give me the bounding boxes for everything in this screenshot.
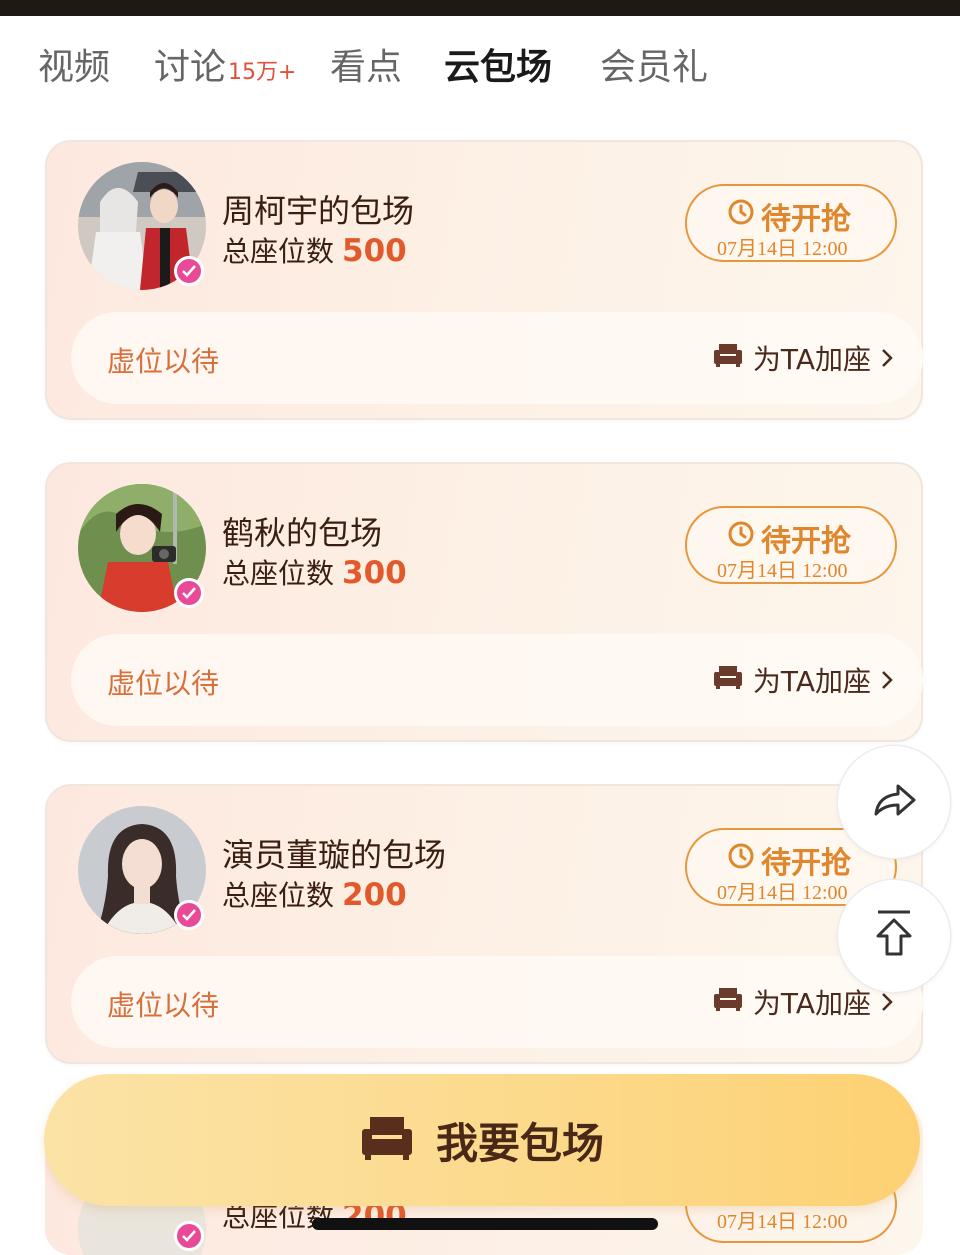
seat-count: 总座位数 200 bbox=[222, 877, 407, 913]
booking-card[interactable]: 演员董璇的包场 总座位数 200 待开抢 07月14日 12:00 虚位以待 为T… bbox=[45, 784, 923, 1064]
booking-card[interactable]: 周柯宇的包场 总座位数 500 待开抢 07月14日 12:00 虚位以待 为TA… bbox=[45, 140, 923, 420]
verified-badge bbox=[174, 1221, 204, 1251]
cta-label: 我要包场 bbox=[435, 1118, 604, 1168]
booking-card[interactable]: 鹤秋的包场 总座位数 300 待开抢 07月14日 12:00 虚位以待 为TA加… bbox=[45, 462, 923, 742]
add-seat-link[interactable]: 为TA加座 bbox=[713, 660, 893, 700]
sofa-icon bbox=[713, 986, 743, 1019]
clock-icon bbox=[727, 198, 755, 234]
vacant-text: 虚位以待 bbox=[107, 345, 220, 378]
verified-badge bbox=[174, 578, 204, 608]
verified-badge bbox=[174, 256, 204, 286]
clock-icon bbox=[727, 520, 755, 556]
tab-member-gift[interactable]: 会员礼 bbox=[600, 40, 708, 96]
home-indicator bbox=[312, 1218, 658, 1230]
add-seat-link[interactable]: 为TA加座 bbox=[713, 338, 893, 378]
seat-strip: 虚位以待 为TA加座 bbox=[71, 956, 923, 1048]
sofa-icon bbox=[713, 342, 743, 375]
book-theater-button[interactable]: 我要包场 bbox=[44, 1074, 920, 1206]
start-time: 07月14日 12:00 bbox=[717, 560, 848, 582]
seat-count: 总座位数 300 bbox=[222, 555, 407, 591]
pending-grab-button[interactable]: 待开抢 07月14日 12:00 bbox=[685, 184, 897, 262]
sofa-icon bbox=[360, 1115, 414, 1165]
vacant-text: 虚位以待 bbox=[107, 667, 220, 700]
add-seat-link[interactable]: 为TA加座 bbox=[713, 982, 893, 1022]
seat-strip: 虚位以待 为TA加座 bbox=[71, 634, 923, 726]
tab-cloud-booking[interactable]: 云包场 bbox=[444, 40, 552, 96]
discussion-count: 15万+ bbox=[228, 60, 297, 85]
share-icon bbox=[870, 780, 918, 824]
booking-title: 演员董璇的包场 bbox=[222, 836, 447, 874]
tab-discussion[interactable]: 讨论15万+ bbox=[154, 40, 296, 101]
seat-strip: 虚位以待 为TA加座 bbox=[71, 312, 923, 404]
start-time: 07月14日 12:00 bbox=[717, 882, 848, 904]
sofa-icon bbox=[713, 664, 743, 697]
vacant-text: 虚位以待 bbox=[107, 989, 220, 1022]
clock-icon bbox=[727, 842, 755, 878]
tab-highlights[interactable]: 看点 bbox=[330, 40, 402, 96]
back-to-top-button[interactable] bbox=[838, 880, 950, 992]
verified-badge bbox=[174, 900, 204, 930]
chevron-right-icon bbox=[881, 342, 893, 375]
tab-videos[interactable]: 视频 bbox=[38, 40, 110, 96]
status-bar bbox=[0, 0, 960, 16]
start-time: 07月14日 12:00 bbox=[717, 238, 848, 260]
seat-count: 总座位数 500 bbox=[222, 233, 407, 269]
tab-bar: 视频 讨论15万+ 看点 云包场 会员礼 bbox=[0, 40, 960, 100]
share-button[interactable] bbox=[838, 746, 950, 858]
back-to-top-icon bbox=[872, 908, 916, 964]
pending-grab-button[interactable]: 待开抢 07月14日 12:00 bbox=[685, 506, 897, 584]
chevron-right-icon bbox=[881, 664, 893, 697]
start-time: 07月14日 12:00 bbox=[717, 1211, 848, 1233]
booking-title: 周柯宇的包场 bbox=[222, 192, 415, 230]
booking-title: 鹤秋的包场 bbox=[222, 514, 383, 552]
